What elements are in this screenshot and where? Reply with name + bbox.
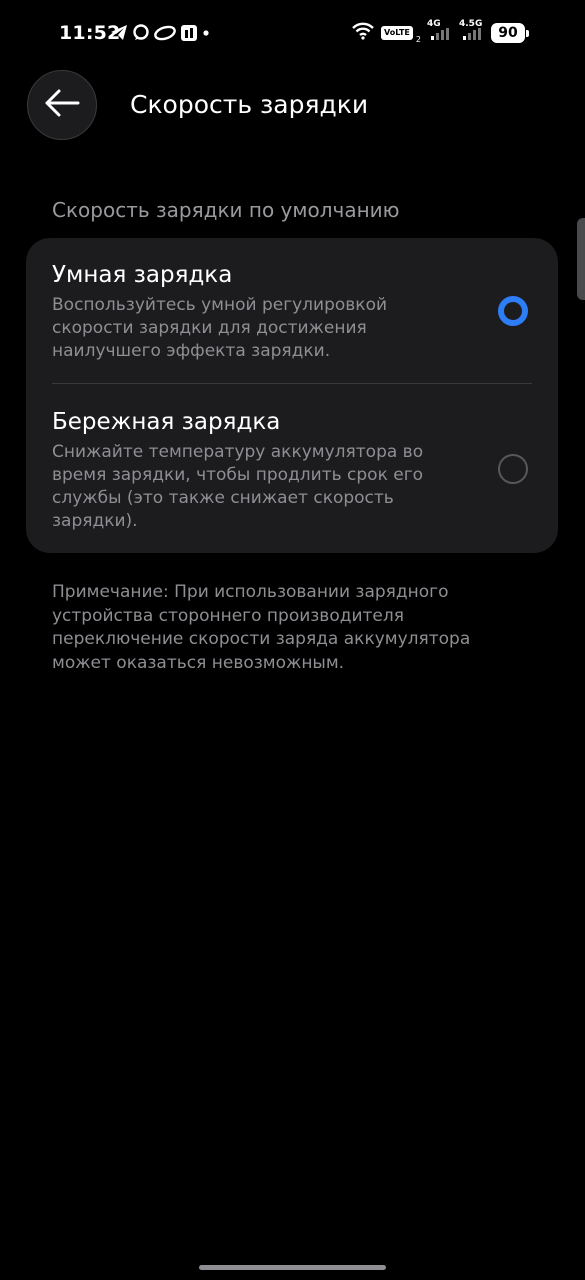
volte-badge: VoLTE bbox=[380, 26, 413, 40]
home-indicator[interactable] bbox=[199, 1265, 386, 1270]
charging-options-card: Умная зарядка Воспользуйтесь умной регул… bbox=[26, 238, 558, 553]
divider bbox=[52, 383, 532, 384]
signal-bars-icon bbox=[463, 28, 481, 40]
option-gentle-charging[interactable]: Бережная зарядка Снижайте температуру ак… bbox=[52, 407, 532, 533]
option-description: Снижайте температуру аккумулятора во вре… bbox=[52, 442, 424, 531]
signal-sim1: 4G bbox=[427, 19, 453, 44]
option-title: Бережная зарядка bbox=[52, 409, 281, 435]
dot-icon bbox=[202, 24, 210, 42]
chat-bubble-icon bbox=[132, 24, 150, 42]
telegram-icon bbox=[110, 24, 128, 42]
app-square-icon bbox=[180, 24, 198, 42]
signal-sim2: 4.5G bbox=[459, 19, 485, 44]
volte-sim-number: 2 bbox=[415, 34, 421, 44]
wifi-icon bbox=[351, 22, 375, 44]
radio-smart-charging[interactable] bbox=[498, 296, 528, 326]
status-indicators: VoLTE 2 4G 4.5G 90 bbox=[351, 19, 529, 44]
battery-indicator: 90 bbox=[491, 23, 529, 43]
option-description: Воспользуйтесь умной регулировкой скорос… bbox=[52, 295, 388, 361]
notification-icons bbox=[110, 24, 210, 42]
option-title: Умная зарядка bbox=[52, 262, 233, 288]
signal-bars-icon bbox=[431, 28, 449, 40]
note-text: Примечание: При использовании зарядного … bbox=[52, 582, 471, 673]
arrow-left-icon bbox=[43, 88, 81, 122]
page-title: Скорость зарядки bbox=[130, 90, 369, 119]
radio-gentle-charging[interactable] bbox=[498, 454, 528, 484]
option-smart-charging[interactable]: Умная зарядка Воспользуйтесь умной регул… bbox=[52, 260, 532, 363]
section-label: Скорость зарядки по умолчанию bbox=[52, 198, 400, 222]
edge-panel-handle[interactable] bbox=[577, 218, 585, 300]
back-button[interactable] bbox=[27, 70, 97, 140]
status-bar: 11:52 VoLTE 2 4G 4.5G 90 bbox=[0, 0, 585, 68]
cloud-app-icon bbox=[154, 24, 176, 42]
